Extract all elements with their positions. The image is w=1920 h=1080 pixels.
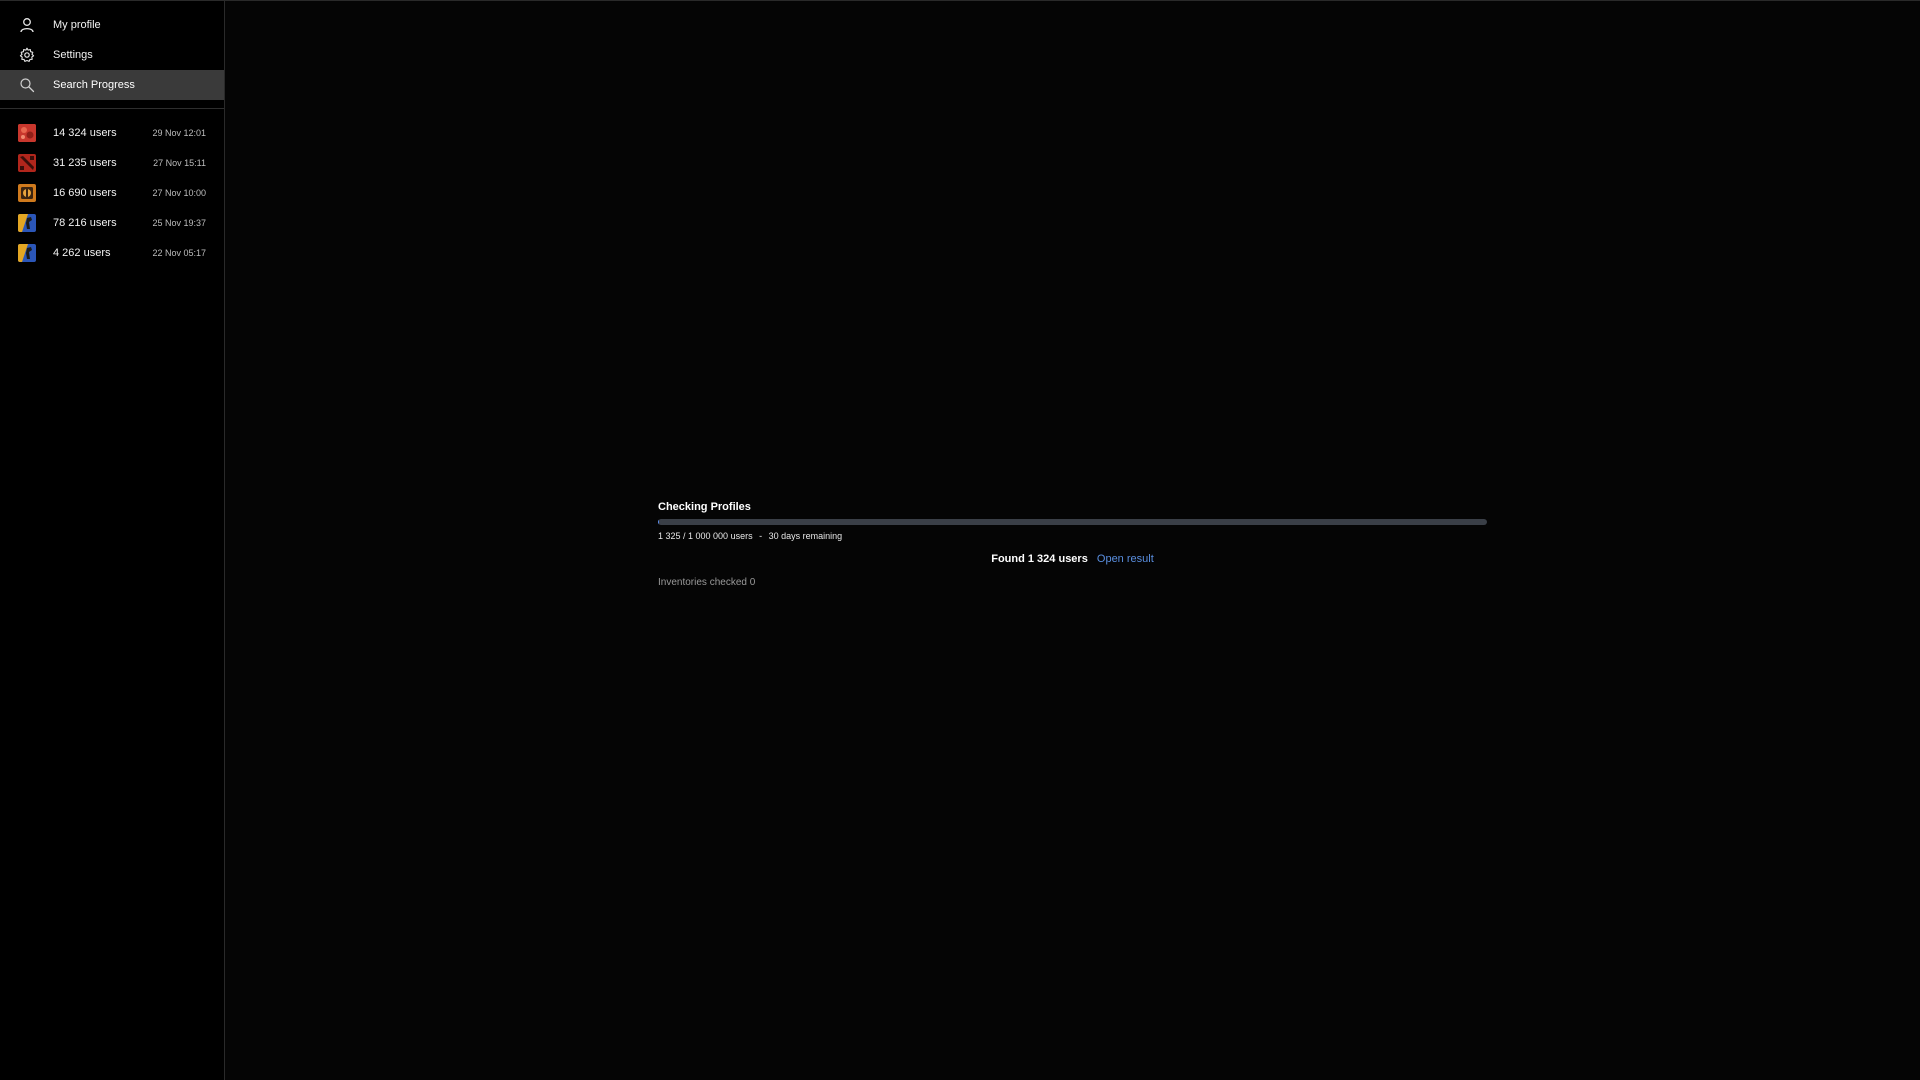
dota-game-icon — [18, 154, 36, 172]
search-history-item[interactable]: 31 235 users 27 Nov 15:11 — [0, 148, 224, 178]
search-history-item[interactable]: 78 216 users 25 Nov 19:37 — [0, 208, 224, 238]
nav-label: My profile — [53, 19, 101, 31]
search-icon — [18, 76, 36, 94]
csgo-game-icon — [18, 244, 36, 262]
inventories-checked: Inventories checked 0 — [658, 577, 756, 588]
search-history-item[interactable]: 14 324 users 29 Nov 12:01 — [0, 118, 224, 148]
found-count: Found 1 324 users — [991, 553, 1088, 565]
panel-title: Checking Profiles — [658, 501, 751, 513]
search-date: 22 Nov 05:17 — [152, 248, 206, 258]
progress-bar-fill — [658, 519, 660, 525]
search-date: 27 Nov 10:00 — [152, 188, 206, 198]
found-row: Found 1 324 users Open result — [658, 553, 1487, 565]
progress-bar — [658, 519, 1487, 525]
progress-stats: 1 325 / 1 000 000 users - 30 days remain… — [658, 531, 1487, 541]
open-result-link[interactable]: Open result — [1097, 553, 1154, 565]
checked-count: 1 325 / 1 000 000 users — [658, 531, 753, 541]
user-icon — [18, 16, 36, 34]
nav-item-search-progress[interactable]: Search Progress — [0, 70, 224, 100]
app-window: My profile Settings Search Progress 14 3… — [0, 0, 1920, 1080]
search-user-count: 14 324 users — [53, 127, 117, 139]
search-user-count: 78 216 users — [53, 217, 117, 229]
main-content: Checking Profiles 1 325 / 1 000 000 user… — [225, 1, 1920, 1080]
tf2-game-icon — [18, 184, 36, 202]
search-user-count: 31 235 users — [53, 157, 117, 169]
gear-icon — [18, 46, 36, 64]
search-date: 25 Nov 19:37 — [152, 218, 206, 228]
search-user-count: 4 262 users — [53, 247, 111, 259]
search-progress-panel: Checking Profiles 1 325 / 1 000 000 user… — [658, 501, 1487, 588]
search-date: 27 Nov 15:11 — [153, 158, 206, 168]
sidebar-divider — [0, 108, 224, 109]
nav-item-my-profile[interactable]: My profile — [0, 10, 224, 40]
nav-item-settings[interactable]: Settings — [0, 40, 224, 70]
csgo-game-icon — [18, 214, 36, 232]
rust-game-icon — [18, 124, 36, 142]
search-history-item[interactable]: 4 262 users 22 Nov 05:17 — [0, 238, 224, 268]
search-user-count: 16 690 users — [53, 187, 117, 199]
nav-label: Settings — [53, 49, 93, 61]
search-history-item[interactable]: 16 690 users 27 Nov 10:00 — [0, 178, 224, 208]
stats-separator: - — [759, 531, 763, 541]
search-date: 29 Nov 12:01 — [152, 128, 206, 138]
nav-label: Search Progress — [53, 79, 135, 91]
time-remaining: 30 days remaining — [768, 531, 843, 541]
sidebar: My profile Settings Search Progress 14 3… — [0, 1, 225, 1080]
